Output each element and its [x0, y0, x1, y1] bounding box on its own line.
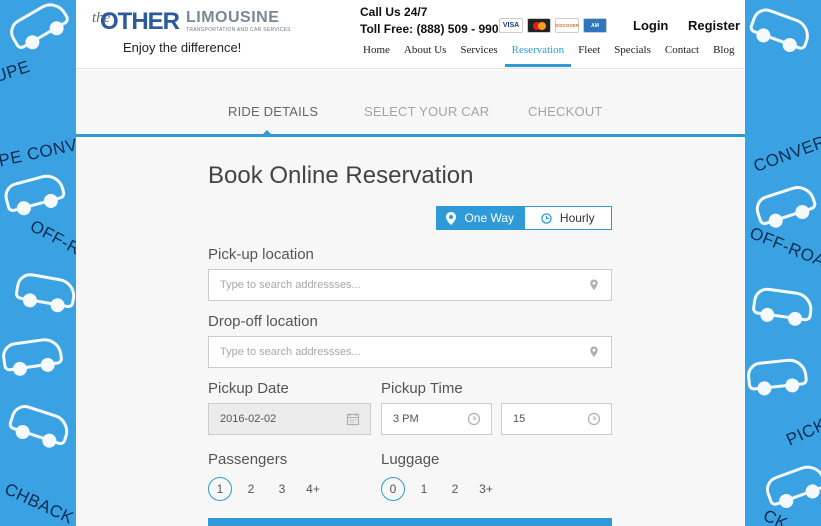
- reservation-content: RIDE DETAILS SELECT YOUR CAR CHECKOUT Bo…: [76, 70, 745, 526]
- map-pin-icon: [446, 211, 457, 225]
- bg-word: CONVERTIBL: [750, 119, 821, 176]
- nav-specials[interactable]: Specials: [607, 44, 658, 67]
- one-way-label: One Way: [464, 211, 515, 225]
- nav-blog[interactable]: Blog: [706, 44, 741, 67]
- toll-free-number[interactable]: Toll Free: (888) 509 - 9909: [360, 22, 505, 36]
- car-silhouette-icon: [7, 401, 73, 447]
- pickup-location-field: [208, 269, 612, 301]
- bg-word: UPE: [0, 56, 33, 87]
- luggage-option[interactable]: 1: [412, 477, 436, 501]
- car-silhouette-icon: [762, 460, 821, 508]
- passengers-option[interactable]: 1: [208, 477, 232, 501]
- car-silhouette-icon: [0, 335, 64, 373]
- bg-word: CK: [760, 505, 791, 526]
- nav-fleet[interactable]: Fleet: [571, 44, 607, 67]
- background-right: CONVERTIBL OFF-ROAD PICKU CK: [745, 0, 821, 526]
- pickup-time-label: Pickup Time: [381, 380, 463, 397]
- location-pin-icon: [590, 279, 598, 290]
- car-silhouette-icon: [745, 356, 809, 392]
- visa-card-icon: VISA: [499, 18, 523, 33]
- bg-word: PE CONVE: [0, 132, 76, 171]
- active-step-indicator: [260, 130, 274, 137]
- car-silhouette-icon: [752, 181, 818, 227]
- pickup-date-label: Pickup Date: [208, 380, 289, 397]
- clock-icon[interactable]: [587, 412, 601, 426]
- nav-contact[interactable]: Contact: [658, 44, 706, 67]
- logo-other: OTHER: [100, 8, 180, 35]
- mastercard-icon: [527, 18, 551, 33]
- page: the OTHER LIMOUSINE TRANSPORTATION AND C…: [76, 0, 745, 526]
- bg-word: CHBACK: [1, 479, 76, 526]
- car-silhouette-icon: [5, 0, 71, 52]
- luggage-option[interactable]: 0: [381, 477, 405, 501]
- call-us: Call Us 24/7: [360, 5, 428, 19]
- pickup-location-input[interactable]: [220, 279, 611, 291]
- hourly-label: Hourly: [559, 211, 595, 225]
- car-silhouette-icon: [748, 4, 814, 52]
- bg-word: OFF-ROAD: [747, 223, 821, 276]
- calendar-icon[interactable]: [346, 412, 360, 426]
- passengers-option[interactable]: 2: [239, 477, 263, 501]
- passengers-option[interactable]: 3: [270, 477, 294, 501]
- discover-card-icon: DISCOVER: [555, 18, 579, 33]
- step-checkout[interactable]: CHECKOUT: [528, 104, 603, 119]
- dropoff-location-field: [208, 336, 612, 368]
- step-select-your-car[interactable]: SELECT YOUR CAR: [364, 104, 489, 119]
- form-title: Book Online Reservation: [208, 162, 474, 189]
- amex-card-icon: AM: [583, 18, 607, 33]
- payment-cards: VISA DISCOVER AM: [499, 18, 607, 33]
- one-way-button[interactable]: One Way: [437, 207, 524, 229]
- nav-about-us[interactable]: About Us: [397, 44, 453, 67]
- login-link[interactable]: Login: [633, 18, 668, 33]
- pickup-hour-field: [381, 403, 492, 435]
- site-header: the OTHER LIMOUSINE TRANSPORTATION AND C…: [76, 0, 745, 69]
- hourly-button[interactable]: Hourly: [523, 207, 611, 229]
- dropoff-location-label: Drop-off location: [208, 313, 318, 330]
- car-silhouette-icon: [14, 271, 76, 309]
- luggage-option[interactable]: 2: [443, 477, 467, 501]
- dropoff-location-input[interactable]: [220, 346, 611, 358]
- luggage-selector: 0 1 2 3+: [381, 477, 505, 501]
- nav-home[interactable]: Home: [356, 44, 397, 67]
- passengers-option[interactable]: 4+: [301, 477, 325, 501]
- clock-icon: [541, 212, 552, 224]
- logo-limousine: LIMOUSINE: [186, 9, 280, 26]
- logo-subtitle: TRANSPORTATION AND CAR SERVICES: [186, 27, 291, 33]
- luggage-option[interactable]: 3+: [474, 477, 498, 501]
- bg-word: PICKU: [783, 409, 821, 450]
- booking-steps: RIDE DETAILS SELECT YOUR CAR CHECKOUT: [76, 70, 745, 137]
- bg-word: OFF-R: [26, 216, 76, 259]
- pickup-date-field: [208, 403, 371, 435]
- background-left: UPE PE CONVE OFF-R CHBACK: [0, 0, 76, 526]
- main-nav: Home About Us Services Reservation Fleet…: [356, 44, 741, 67]
- nav-reservation[interactable]: Reservation: [504, 44, 572, 67]
- passengers-selector: 1 2 3 4+: [208, 477, 332, 501]
- continue-button[interactable]: [208, 518, 612, 526]
- location-pin-icon: [590, 346, 598, 357]
- passengers-label: Passengers: [208, 451, 288, 468]
- register-link[interactable]: Register: [688, 18, 740, 33]
- pickup-location-label: Pick-up location: [208, 246, 314, 263]
- luggage-label: Luggage: [381, 451, 440, 468]
- trip-type-toggle: One Way Hourly: [436, 206, 612, 230]
- tagline: Enjoy the difference!: [123, 40, 242, 55]
- car-silhouette-icon: [1, 170, 67, 214]
- car-silhouette-icon: [751, 285, 815, 323]
- clock-icon[interactable]: [467, 412, 481, 426]
- pickup-minute-field: [501, 403, 612, 435]
- step-ride-details[interactable]: RIDE DETAILS: [228, 104, 318, 119]
- nav-services[interactable]: Services: [453, 44, 504, 67]
